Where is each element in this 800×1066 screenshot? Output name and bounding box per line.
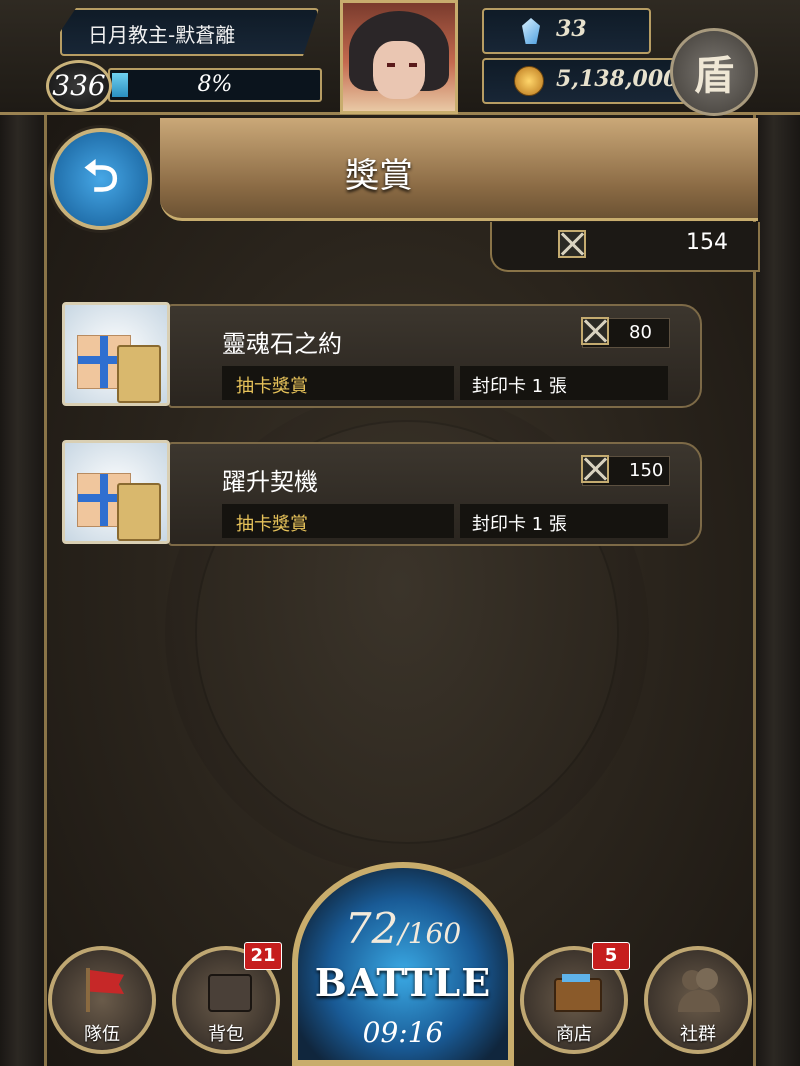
reward-category: 抽卡獎賞 (222, 366, 454, 400)
nav-bag-label: 背包 (208, 1024, 244, 1045)
treasure-chest-icon (552, 966, 602, 1014)
gem-counter[interactable]: 33 (482, 8, 651, 54)
page-title: 獎賞 (345, 156, 413, 196)
nav-social-label: 社群 (680, 1024, 716, 1045)
back-button[interactable]: ⮌ (50, 128, 152, 230)
crossed-swords-icon (558, 230, 586, 258)
nav-team-label: 隊伍 (84, 1024, 120, 1045)
shop-notification-badge: 5 (592, 942, 630, 970)
nav-team-button[interactable]: 隊伍 (48, 946, 156, 1054)
gift-card-icon (62, 302, 170, 406)
player-name: 日月教主-默蒼離 (88, 23, 236, 47)
stamina-counter: 72/160 (298, 904, 508, 953)
back-arrow-icon: ⮌ (83, 151, 119, 202)
reward-category: 抽卡獎賞 (222, 504, 454, 538)
menu-button[interactable]: 盾 (670, 28, 758, 116)
gold-count: 5,138,000 (556, 66, 679, 92)
exp-percent: 8% (197, 72, 233, 97)
reward-title: 躍升契機 (222, 468, 318, 496)
reward-item[interactable]: 躍升契機 150 抽卡獎賞 封印卡 1 張 (58, 440, 702, 546)
crossed-swords-icon (581, 455, 609, 483)
stamina-timer: 09:16 (362, 1016, 444, 1049)
gem-icon (522, 18, 540, 44)
stamina-current: 72 (344, 904, 399, 953)
battle-button[interactable]: 72/160 BATTLE 09:16 (292, 862, 514, 1066)
page-header: 獎賞 (160, 118, 758, 221)
reward-cost-value: 80 (629, 322, 652, 343)
reward-item[interactable]: 靈魂石之約 80 抽卡獎賞 封印卡 1 張 (58, 302, 702, 408)
gem-count: 33 (556, 16, 587, 42)
player-name-plate: 日月教主-默蒼離 (60, 8, 319, 56)
reward-cost-value: 150 (629, 460, 664, 481)
battle-label: BATTLE (314, 960, 492, 1005)
gold-coin-icon (514, 66, 544, 96)
crossed-swords-icon (581, 317, 609, 345)
flag-icon (80, 966, 126, 1014)
player-level: 336 (52, 69, 106, 102)
player-avatar[interactable] (340, 0, 458, 114)
left-frame (0, 0, 47, 1066)
level-badge: 336 (46, 60, 112, 112)
backpack-icon (204, 966, 252, 1014)
reward-cost: 80 (581, 317, 670, 348)
bag-notification-badge: 21 (244, 942, 282, 970)
reward-title: 靈魂石之約 (222, 330, 342, 358)
reward-cost: 150 (581, 455, 670, 486)
reward-content: 封印卡 1 張 (460, 504, 668, 538)
shield-icon: 盾 (694, 53, 734, 99)
reward-content: 封印卡 1 張 (460, 366, 668, 400)
nav-social-button[interactable]: 社群 (644, 946, 752, 1054)
people-icon (676, 966, 722, 1014)
gift-card-icon (62, 440, 170, 544)
total-points: 154 (686, 230, 728, 255)
total-points-box: 154 (490, 222, 760, 272)
right-frame (753, 0, 800, 1066)
exp-bar: 8% (108, 68, 322, 102)
nav-shop-label: 商店 (556, 1024, 592, 1045)
stamina-max: /160 (398, 917, 462, 950)
gold-counter[interactable]: 5,138,000 (482, 58, 686, 104)
